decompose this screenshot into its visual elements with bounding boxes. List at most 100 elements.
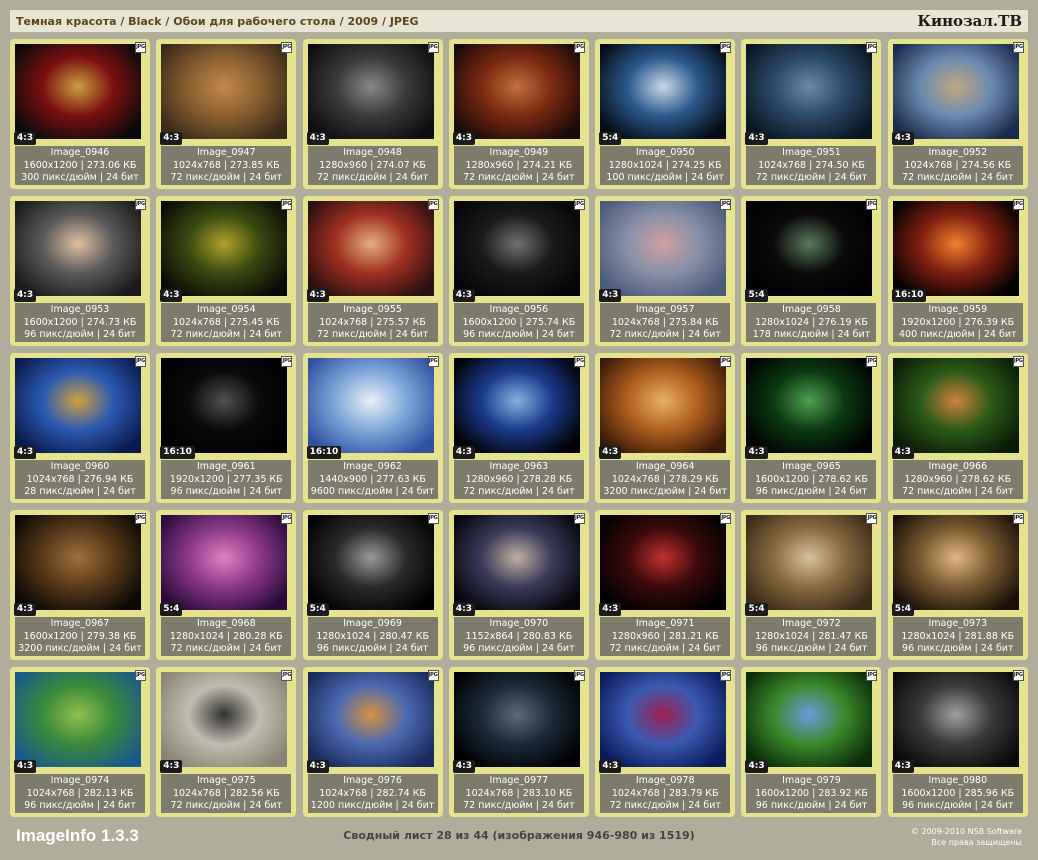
thumbnail-card[interactable]: JPG 4:3 Image_0964 1024x768 | 278.29 КБ 3200… — [595, 353, 736, 503]
thumbnail-image[interactable] — [307, 358, 434, 453]
thumbnail-card[interactable]: JPG 4:3 Image_0951 1024x768 | 274.50 КБ 72 п… — [741, 39, 882, 189]
thumbnail-image[interactable] — [746, 358, 873, 453]
thumbnail-card[interactable]: JPG 4:3 Image_0957 1024x768 | 275.84 КБ 72 п… — [595, 196, 736, 346]
thumbnail-image[interactable] — [453, 672, 580, 767]
thumbnail-image[interactable] — [746, 672, 873, 767]
image-filename: Image_0968 — [196, 618, 256, 629]
image-resolution: 1024x768 — [904, 159, 953, 171]
thumbnail-card[interactable]: JPG 4:3 Image_0971 1280x960 | 281.21 КБ 72 п… — [595, 510, 736, 660]
thumbnail-card[interactable]: JPG 5:4 Image_0972 1280x1024 | 281.47 КБ 96 … — [741, 510, 882, 660]
thumbnail-image[interactable] — [453, 201, 580, 296]
thumbnail-image[interactable] — [307, 201, 434, 296]
image-dpi-bits: 72 пикс/дюйм | 24 бит — [902, 486, 1014, 498]
image-file-size: 280.83 КБ — [522, 630, 573, 642]
image-dpi: 400 пикс/дюйм — [899, 329, 975, 341]
thumbnail-image[interactable] — [600, 358, 727, 453]
image-dimensions-size: 1024x768 | 274.56 КБ — [904, 159, 1012, 171]
thumbnail-image[interactable] — [453, 44, 580, 139]
thumbnail-card[interactable]: JPG 5:4 Image_0958 1280x1024 | 276.19 КБ 178… — [741, 196, 882, 346]
thumbnail-image[interactable] — [161, 515, 288, 610]
thumbnail-card[interactable]: JPG 4:3 Image_0966 1280x960 | 278.62 КБ 72 п… — [887, 353, 1028, 503]
thumbnail-image[interactable] — [15, 201, 141, 296]
thumbnail-card[interactable]: JPG 5:4 Image_0950 1280x1024 | 274.25 КБ 100… — [595, 39, 736, 189]
thumbnail-image[interactable] — [892, 201, 1019, 296]
thumbnail-image[interactable] — [600, 515, 727, 610]
image-dimensions-size: 1024x768 | 273.85 КБ — [172, 159, 280, 171]
thumbnail-image[interactable] — [746, 515, 873, 610]
thumbnail-card[interactable]: JPG 4:3 Image_0975 1024x768 | 282.56 КБ 72 п… — [156, 667, 297, 817]
jpg-file-icon: JPG — [866, 356, 878, 367]
image-resolution: 1600x1200 — [23, 630, 78, 642]
image-file-size: 276.94 КБ — [83, 473, 134, 485]
thumbnail-image[interactable] — [15, 672, 141, 767]
thumbnail-card[interactable]: JPG 4:3 Image_0952 1024x768 | 274.56 КБ 72 п… — [887, 39, 1028, 189]
thumbnail-card[interactable]: JPG 4:3 Image_0965 1600x1200 | 278.62 КБ 96 … — [741, 353, 882, 503]
thumbnail-image[interactable] — [307, 515, 434, 610]
thumbnail-image[interactable] — [600, 201, 727, 296]
thumbnail-card[interactable]: JPG 4:3 Image_0947 1024x768 | 273.85 КБ 72 п… — [156, 39, 297, 189]
thumbnail-image[interactable] — [892, 358, 1019, 453]
thumbnail-image[interactable] — [746, 44, 873, 139]
image-bit-depth: 24 бит — [688, 800, 721, 812]
thumbnail-card[interactable]: JPG 4:3 Image_0954 1024x768 | 275.45 КБ 72 п… — [156, 196, 297, 346]
thumbnail-image[interactable] — [15, 44, 141, 139]
thumbnail-card[interactable]: JPG 4:3 Image_0949 1280x960 | 274.21 КБ 72 п… — [448, 39, 589, 189]
thumbnail-image[interactable] — [892, 515, 1019, 610]
thumbnail-card[interactable]: JPG 4:3 Image_0953 1600x1200 | 274.73 КБ 96 … — [10, 196, 150, 346]
thumbnail-image[interactable] — [453, 358, 580, 453]
thumbnail-card[interactable]: JPG 16:10 Image_0961 1920x1200 | 277.35 КБ 9… — [156, 353, 297, 503]
image-filename: Image_0960 — [50, 461, 110, 472]
image-dpi: 1200 пикс/дюйм — [310, 800, 393, 812]
image-dpi: 96 пикс/дюйм — [755, 643, 826, 655]
thumbnail-image[interactable] — [892, 44, 1019, 139]
thumbnail-image[interactable] — [307, 44, 434, 139]
image-dimensions-size: 1280x960 | 274.21 КБ — [465, 159, 573, 171]
thumbnail-image[interactable] — [161, 44, 288, 139]
image-resolution: 1280x1024 — [608, 159, 663, 171]
thumbnail-card[interactable]: JPG 4:3 Image_0956 1600x1200 | 275.74 КБ 96 … — [448, 196, 589, 346]
thumbnail-card[interactable]: JPG 5:4 Image_0969 1280x1024 | 280.47 КБ 96 … — [302, 510, 443, 660]
thumbnail-card[interactable]: JPG 4:3 Image_0976 1024x768 | 282.74 КБ 1200… — [302, 667, 443, 817]
thumbnail-image[interactable] — [892, 672, 1019, 767]
thumbnail-card[interactable]: JPG 4:3 Image_0948 1280x960 | 274.07 КБ 72 п… — [302, 39, 443, 189]
thumbnail-card[interactable]: JPG 5:4 Image_0973 1280x1024 | 281.88 КБ 96 … — [887, 510, 1028, 660]
thumbnail-card[interactable]: JPG 4:3 Image_0979 1600x1200 | 283.92 КБ 96 … — [741, 667, 882, 817]
thumbnail-image[interactable] — [15, 515, 141, 610]
thumbnail-card[interactable]: JPG 4:3 Image_0978 1024x768 | 283.79 КБ 72 п… — [595, 667, 736, 817]
thumbnail-card[interactable]: JPG 4:3 Image_0977 1024x768 | 283.10 КБ 72 п… — [448, 667, 589, 817]
thumbnail-image[interactable] — [161, 201, 288, 296]
thumbnail-card[interactable]: JPG 4:3 Image_0960 1024x768 | 276.94 КБ 28 п… — [10, 353, 150, 503]
jpg-file-icon: JPG — [573, 199, 585, 210]
thumbnail-card[interactable]: JPG 4:3 Image_0974 1024x768 | 282.13 КБ 96 п… — [10, 667, 150, 817]
image-bit-depth: 24 бит — [395, 643, 429, 655]
thumbnail-card[interactable]: JPG 4:3 Image_0980 1600x1200 | 285.96 КБ 96 … — [887, 667, 1028, 817]
jpg-file-icon: JPG — [866, 670, 878, 681]
thumbnail-card[interactable]: JPG 16:10 Image_0962 1440x900 | 277.63 КБ 96… — [302, 353, 443, 503]
thumbnail-card[interactable]: JPG 4:3 Image_0946 1600x1200 | 273.06 КБ 300… — [10, 39, 150, 189]
image-info: Image_0960 1024x768 | 276.94 КБ 28 пикс/дю… — [15, 460, 145, 499]
thumbnail-image[interactable] — [600, 672, 727, 767]
thumbnail-image[interactable] — [161, 672, 288, 767]
thumbnail-image[interactable] — [15, 358, 141, 453]
thumbnail-card[interactable]: JPG 4:3 Image_0963 1280x960 | 278.28 КБ 72 п… — [448, 353, 589, 503]
image-filename: Image_0980 — [928, 775, 988, 786]
image-filename: Image_0946 — [50, 147, 110, 158]
thumbnail-card[interactable]: JPG 5:4 Image_0968 1280x1024 | 280.28 КБ 72 … — [156, 510, 297, 660]
image-resolution: 1152x864 — [465, 630, 514, 642]
image-dpi-bits: 96 пикс/дюйм | 24 бит — [463, 643, 575, 655]
thumbnail-image[interactable] — [746, 201, 873, 296]
image-info: Image_0965 1600x1200 | 278.62 КБ 96 пикс/д… — [746, 460, 877, 499]
thumbnail-card[interactable]: JPG 4:3 Image_0970 1152x864 | 280.83 КБ 96 п… — [448, 510, 589, 660]
thumbnail-card[interactable]: JPG 4:3 Image_0955 1024x768 | 275.57 КБ 72 п… — [302, 196, 443, 346]
thumbnail-card[interactable]: JPG 16:10 Image_0959 1920x1200 | 276.39 КБ 4… — [887, 196, 1028, 346]
thumbnail-image[interactable] — [453, 515, 580, 610]
image-resolution: 1024x768 — [611, 473, 660, 485]
image-file-size: 278.62 КБ — [961, 473, 1012, 485]
thumbnail-card[interactable]: JPG 4:3 Image_0967 1600x1200 | 279.38 КБ 320… — [10, 510, 150, 660]
thumbnail-image[interactable] — [161, 358, 288, 453]
image-resolution: 1024x768 — [611, 316, 660, 328]
thumbnail-image[interactable] — [307, 672, 434, 767]
image-file-size: 275.57 КБ — [376, 316, 426, 328]
image-file-size: 283.10 КБ — [522, 787, 573, 799]
thumbnail-image[interactable] — [600, 44, 727, 139]
